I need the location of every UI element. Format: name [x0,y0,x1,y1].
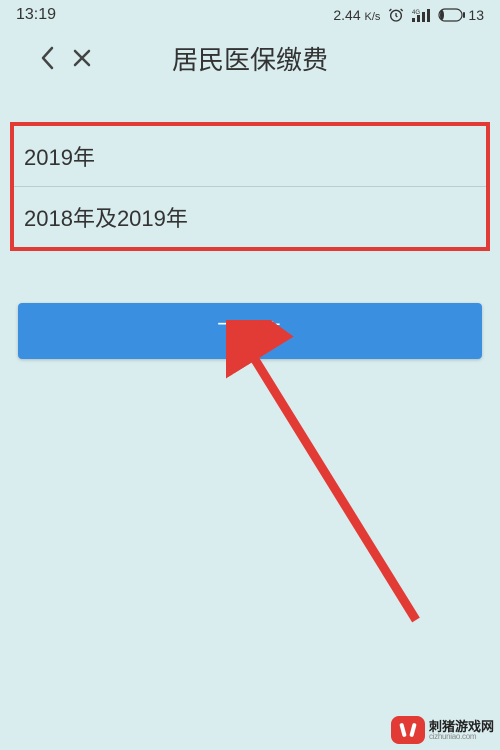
option-2019[interactable]: 2019年 [14,126,486,187]
battery-indicator: 13 [438,7,484,23]
option-label: 2019年 [24,145,95,170]
battery-icon [438,8,466,22]
watermark-logo-icon [391,716,425,744]
year-options-highlight-box: 2019年 2018年及2019年 [10,122,490,251]
battery-value: 13 [468,7,484,23]
watermark-cn: 刺猪游戏网 [429,720,494,733]
close-icon[interactable] [72,48,92,68]
watermark: 刺猪游戏网 cizhuniao.com [391,716,494,744]
nav-icons [40,46,92,70]
status-right-group: 2.44 K/s 4G 13 [333,7,484,23]
option-2018-and-2019[interactable]: 2018年及2019年 [14,187,486,247]
status-time: 13:19 [16,6,56,24]
content-area: 2019年 2018年及2019年 下一步 [0,122,500,359]
option-label: 2018年及2019年 [24,206,188,231]
net-speed-unit: K/s [365,11,381,23]
status-bar: 13:19 2.44 K/s 4G 13 [0,0,500,30]
back-icon[interactable] [40,46,54,70]
nav-bar: 居民医保缴费 [0,30,500,86]
net-speed: 2.44 K/s [333,7,380,23]
next-button-label: 下一步 [217,315,283,347]
alarm-icon [388,7,404,23]
page-title: 居民医保缴费 [172,40,328,77]
net-speed-value: 2.44 [333,7,360,23]
watermark-en: cizhuniao.com [429,733,494,741]
arrow-annotation [226,320,456,660]
next-button[interactable]: 下一步 [18,303,482,359]
signal-icon: 4G [412,8,430,22]
watermark-text: 刺猪游戏网 cizhuniao.com [429,720,494,741]
